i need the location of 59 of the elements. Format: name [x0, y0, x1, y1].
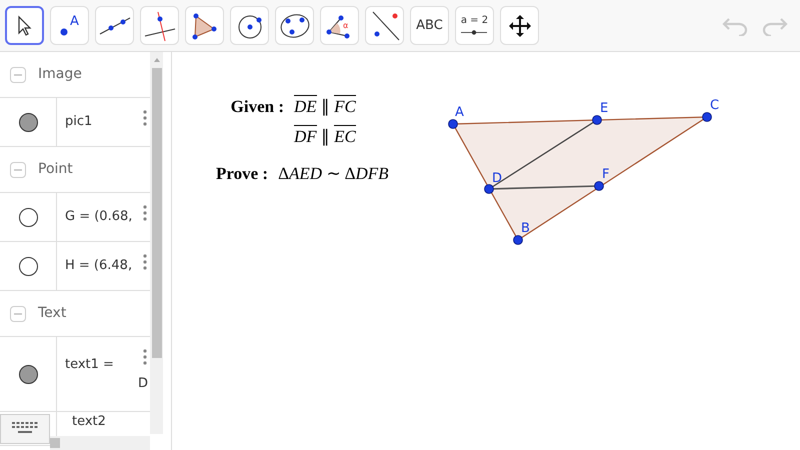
point-marker[interactable] [702, 112, 712, 122]
collapse-toggle[interactable] [10, 306, 26, 322]
tool-label: a = 2 [460, 16, 488, 26]
redo-icon [761, 16, 789, 36]
math-statement: ΔAED ∼ ΔDFB [278, 163, 389, 185]
point-label: B [521, 221, 530, 236]
visibility-toggle[interactable] [18, 256, 38, 276]
group-title: Image [38, 65, 82, 84]
visibility-toggle[interactable] [18, 364, 38, 384]
tool-button[interactable]: A [50, 6, 89, 45]
algebra-value: text2 [72, 412, 106, 430]
collapse-toggle[interactable] [10, 66, 26, 82]
algebra-value: pic1 [65, 113, 92, 132]
group-title: Point [38, 160, 73, 179]
keyboard-icon [12, 422, 38, 436]
point-label: E [600, 101, 608, 116]
arrow-pointer-icon [16, 14, 34, 36]
more-icon[interactable] [143, 110, 147, 126]
ellipse-icon [278, 12, 310, 40]
point-label: D [492, 171, 502, 186]
given-label: Given : [230, 96, 284, 118]
line-icon [98, 16, 132, 36]
point-icon [60, 28, 68, 36]
more-icon[interactable] [143, 205, 147, 221]
slider-icon [461, 30, 488, 35]
vertical-scrollbar[interactable] [150, 52, 163, 434]
point-marker[interactable] [448, 119, 458, 129]
point-marker[interactable] [484, 184, 494, 194]
collapse-toggle[interactable] [10, 162, 26, 178]
point-marker[interactable] [594, 181, 604, 191]
prove-label: Prove : [216, 163, 268, 185]
point-marker[interactable] [513, 235, 523, 245]
tool-button[interactable]: α [320, 6, 359, 45]
move-arrows-icon [508, 14, 532, 38]
tool-label: ABC [416, 16, 443, 35]
tool-label: A [70, 15, 79, 28]
algebra-value: text1 = [65, 356, 114, 374]
undo-icon [721, 16, 749, 36]
visibility-toggle[interactable] [18, 208, 38, 226]
math-statement: DE ∥ FC [294, 94, 356, 118]
math-statement: DF ∥ EC [294, 124, 356, 148]
perpendicular-lines-icon [142, 10, 176, 42]
horizontal-scrollbar[interactable] [50, 436, 150, 450]
point-marker[interactable] [592, 115, 602, 125]
point-label: A [455, 105, 464, 120]
point-label: F [602, 167, 610, 182]
algebra-value: G = (0.68, [65, 208, 132, 226]
visibility-toggle[interactable] [18, 112, 38, 132]
keyboard-button[interactable] [0, 414, 50, 444]
point-label: C [710, 98, 720, 113]
tool-button[interactable] [5, 6, 44, 45]
tool-button[interactable]: a = 2 [455, 6, 494, 45]
triangle-icon [192, 12, 218, 40]
algebra-value: H = (6.48, [65, 257, 132, 276]
algebra-value: D [138, 375, 148, 393]
more-icon[interactable] [143, 254, 147, 270]
tool-button[interactable]: ABC [410, 6, 449, 45]
more-icon[interactable] [143, 349, 147, 365]
group-title: Text [38, 304, 66, 323]
